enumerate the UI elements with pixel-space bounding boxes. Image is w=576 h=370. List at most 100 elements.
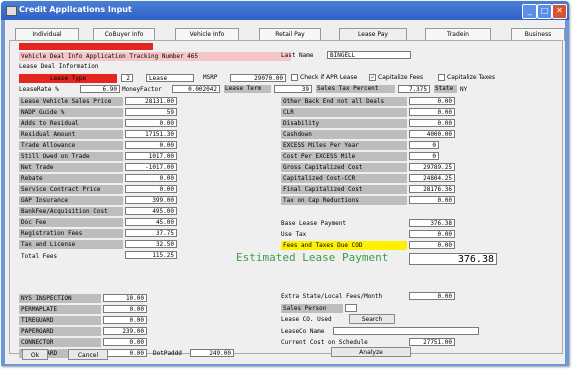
- extra-fees-value[interactable]: 0.00: [409, 292, 455, 300]
- right-row-value[interactable]: 0: [409, 141, 439, 149]
- window-title: Credit Applications Input: [19, 5, 132, 14]
- right-row-value[interactable]: 0.00: [409, 196, 455, 204]
- client-area: Individual CoBuyer Info Vehicle Info Ret…: [5, 20, 565, 364]
- right-row-value[interactable]: 28176.36: [409, 185, 455, 193]
- left-row-label: Lease Vehicle Sales Price: [19, 97, 123, 106]
- right-row-label: Cost Per EXCESS Mile: [281, 152, 407, 161]
- close-button[interactable]: ✕: [552, 4, 567, 19]
- use-tax-value[interactable]: 0.00: [409, 230, 455, 238]
- left-row-value[interactable]: 59: [125, 108, 177, 116]
- left-row-label: Rebate: [19, 174, 123, 183]
- left-row-value[interactable]: 37.75: [125, 229, 177, 237]
- addon-value[interactable]: 0.00: [103, 316, 147, 324]
- left-row-label: Residual Amount: [19, 130, 123, 139]
- right-row-value[interactable]: 0.00: [409, 97, 455, 105]
- sales-tax-field[interactable]: 7.375: [398, 85, 430, 93]
- addon-value[interactable]: 0.00: [103, 338, 147, 346]
- left-row-label: NADP Guide %: [19, 108, 123, 117]
- addon-value[interactable]: 0.00: [103, 305, 147, 313]
- analyze-button[interactable]: Analyze: [331, 347, 411, 357]
- header-bar: [19, 43, 153, 50]
- check-apr-label: Check if APR Lease: [300, 74, 358, 81]
- right-row-value[interactable]: 0: [409, 152, 439, 160]
- addon-label: CONNECTOR: [19, 338, 101, 347]
- sales-person-label: Sales Person: [281, 304, 343, 313]
- estimated-payment-value[interactable]: 376.38: [409, 253, 497, 265]
- addon-label: TIREGUARD: [19, 316, 101, 325]
- fees-taxes-value[interactable]: 0.00: [409, 241, 455, 249]
- left-row-label: Tax and License: [19, 240, 123, 249]
- fees-taxes-label: Fees and Taxes Due COD: [281, 241, 407, 250]
- leaseco-name-field[interactable]: [333, 327, 479, 335]
- right-row-label: Capitalized Cost-CCR: [281, 174, 407, 183]
- right-row-value[interactable]: 4000.00: [409, 130, 455, 138]
- left-row-value[interactable]: 45.00: [125, 218, 177, 226]
- ok-button[interactable]: Ok: [22, 349, 48, 360]
- current-cost-value[interactable]: 27751.00: [409, 338, 455, 346]
- left-row-label: Registration Fees: [19, 229, 123, 238]
- check-apr-lease-checkbox[interactable]: [291, 74, 298, 81]
- left-row-value[interactable]: 28131.00: [125, 97, 177, 105]
- addon-value[interactable]: 10.00: [103, 294, 147, 302]
- capitalize-taxes-checkbox[interactable]: [438, 74, 445, 81]
- state-label: State: [434, 85, 457, 93]
- right-row-label: Tax on Cap Reductions: [281, 196, 407, 205]
- left-row-value[interactable]: 0.00: [125, 174, 177, 182]
- lease-deal-info-heading: Lease Deal Information: [19, 63, 99, 70]
- addon-value[interactable]: 0.00: [103, 349, 147, 357]
- right-row-label: CLR: [281, 108, 407, 117]
- left-row-value[interactable]: 17151.30: [125, 130, 177, 138]
- lease-rate-field[interactable]: 6.90: [80, 85, 120, 93]
- left-row-value[interactable]: 0.00: [125, 185, 177, 193]
- dotpadd-value[interactable]: 249.00: [190, 349, 234, 357]
- right-row-value[interactable]: 29789.25: [409, 163, 455, 171]
- title-bar: Credit Applications Input _ □ ✕: [1, 1, 569, 20]
- cancel-button[interactable]: Cancel: [68, 349, 108, 360]
- right-row-label: Cashdown: [281, 130, 407, 139]
- total-fees-label: Total Fees: [21, 253, 58, 260]
- state-value: NY: [460, 86, 468, 93]
- left-row-value[interactable]: 0.00: [125, 141, 177, 149]
- left-row-label: Doc Fee: [19, 218, 123, 227]
- left-row-value[interactable]: 399.00: [125, 196, 177, 204]
- money-factor-field[interactable]: 0.002042: [172, 85, 220, 93]
- base-payment-value[interactable]: 376.38: [409, 219, 455, 227]
- left-row-label: Adds to Residual: [19, 119, 123, 128]
- search-button[interactable]: Search: [349, 314, 395, 324]
- left-row-value[interactable]: 1017.00: [125, 152, 177, 160]
- msrp-label: MSRP: [203, 74, 218, 81]
- leaseco-name-label: LeaseCo Name: [281, 328, 325, 335]
- lease-co-label: Lease CO. Used: [281, 316, 332, 323]
- msrp-field[interactable]: 29070.00: [230, 74, 286, 82]
- lease-rate-label: LeaseRate %: [19, 86, 59, 93]
- left-row-value[interactable]: 495.00: [125, 207, 177, 215]
- extra-fees-label: Extra State/Local Fees/Month: [281, 293, 383, 300]
- right-row-value[interactable]: 0.00: [409, 119, 455, 127]
- addon-label: PAPERGARD: [19, 327, 101, 336]
- right-row-value[interactable]: 24804.25: [409, 174, 455, 182]
- total-fees-value[interactable]: 115.25: [125, 251, 177, 259]
- sales-person-field[interactable]: [345, 304, 357, 312]
- capitalize-fees-checkbox[interactable]: ✓: [369, 74, 376, 81]
- left-row-value[interactable]: 32.50: [125, 240, 177, 248]
- left-row-label: Service Contract Price: [19, 185, 123, 194]
- lease-type-count[interactable]: 2: [121, 74, 133, 82]
- current-cost-label: Current Cost on Schedule: [281, 339, 368, 346]
- addon-value[interactable]: 239.00: [103, 327, 147, 335]
- maximize-button[interactable]: □: [537, 4, 552, 19]
- left-row-label: BankFee/Acquisition Cost: [19, 207, 123, 216]
- app-window: Credit Applications Input _ □ ✕ Individu…: [1, 1, 569, 366]
- right-row-value[interactable]: 0.00: [409, 108, 455, 116]
- minimize-button[interactable]: _: [522, 4, 537, 19]
- lease-pay-panel: Vehicle Deal Info Application Tracking N…: [9, 40, 563, 358]
- right-row-label: Disability: [281, 119, 407, 128]
- last-name-label: Last Name: [281, 52, 314, 59]
- left-row-value[interactable]: -1017.00: [125, 163, 177, 171]
- last-name-field[interactable]: BINGELL: [327, 51, 411, 59]
- lease-term-field[interactable]: 39: [274, 85, 312, 93]
- lease-type-select[interactable]: Lease: [146, 74, 194, 82]
- app-icon: [6, 6, 17, 16]
- right-row-label: Gross Capitalized Cost: [281, 163, 407, 172]
- left-row-value[interactable]: 0.00: [125, 119, 177, 127]
- lease-term-label: Lease Term: [224, 85, 271, 93]
